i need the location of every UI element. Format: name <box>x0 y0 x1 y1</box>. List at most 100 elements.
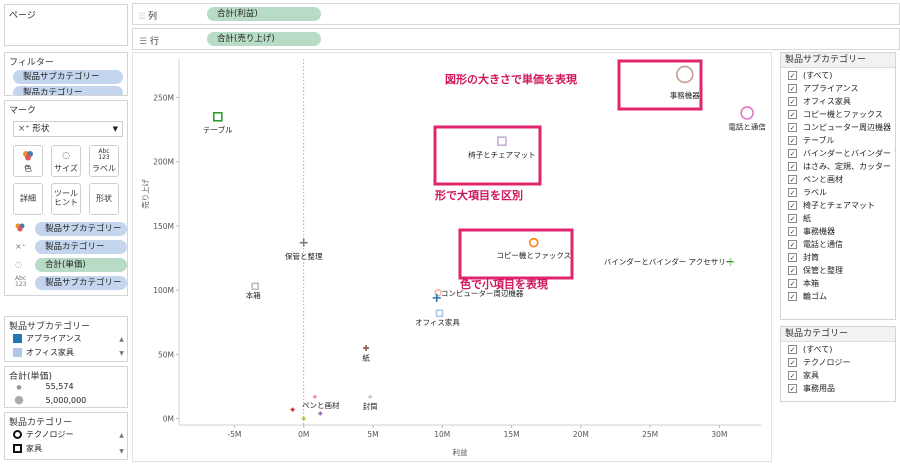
subcategory-filter-item[interactable]: ✓ 保管と整理 <box>781 264 895 277</box>
checkbox-checked-icon[interactable]: ✓ <box>788 358 797 367</box>
size-legend: 合計(単価) ● 55,574 ● 5,000,000 <box>4 366 128 408</box>
subcategory-filter-item[interactable]: ✓ オフィス家具 <box>781 95 895 108</box>
mark-type-dropdown[interactable]: ×⁺ 形状 ▼ <box>13 121 123 137</box>
data-label: コピー機とファックス <box>496 250 571 260</box>
legend-item[interactable]: オフィス家具 <box>13 347 74 359</box>
checkbox-checked-icon[interactable]: ✓ <box>788 110 797 119</box>
checkbox-checked-icon[interactable]: ✓ <box>788 253 797 262</box>
checkbox-checked-icon[interactable]: ✓ <box>788 162 797 171</box>
filter-pill-category[interactable]: 製品カテゴリー <box>13 86 123 95</box>
scroll-up-icon[interactable]: ▲ <box>117 335 126 344</box>
data-point-circle[interactable] <box>740 106 754 120</box>
legend-item[interactable]: アプライアンス <box>13 333 82 345</box>
checkbox-checked-icon[interactable]: ✓ <box>788 279 797 288</box>
checkbox-checked-icon[interactable]: ✓ <box>788 292 797 301</box>
category-filter-item[interactable]: ✓ 事務用品 <box>781 382 895 395</box>
pages-card: ページ <box>4 4 128 46</box>
checkbox-checked-icon[interactable]: ✓ <box>788 240 797 249</box>
subcategory-filter-item-label: テーブル <box>803 136 835 145</box>
subcategory-filter-item[interactable]: ✓ 紙 <box>781 212 895 225</box>
data-point-plus[interactable] <box>318 411 323 416</box>
filter-pill-subcategory[interactable]: 製品サブカテゴリー <box>13 70 123 84</box>
subcategory-filter-item[interactable]: ✓ テーブル <box>781 134 895 147</box>
data-point-plus[interactable] <box>299 238 308 247</box>
category-filter-item[interactable]: ✓ (すべて) <box>781 343 895 356</box>
columns-shelf[interactable]: ⦙⦙⦙ 列 合計(利益) <box>132 3 900 25</box>
size-icon: ◌ <box>62 151 70 161</box>
scroll-up-icon[interactable]: ▲ <box>117 431 126 440</box>
subcategory-filter-item[interactable]: ✓ ラベル <box>781 186 895 199</box>
shape-button[interactable]: 形状 <box>89 183 119 215</box>
subcategory-filter-item[interactable]: ✓ はさみ、定規、カッター <box>781 160 895 173</box>
checkbox-checked-icon[interactable]: ✓ <box>788 201 797 210</box>
scroll-down-icon[interactable]: ▼ <box>117 349 126 358</box>
mark-pill-unit-price[interactable]: 合計(単価) <box>35 258 127 272</box>
subcategory-filter-item-label: 椅子とチェアマット <box>803 201 875 210</box>
chevron-down-icon: ▼ <box>112 125 118 133</box>
checkbox-checked-icon[interactable]: ✓ <box>788 384 797 393</box>
checkbox-checked-icon[interactable]: ✓ <box>788 149 797 158</box>
subcategory-filter-item[interactable]: ✓ アプライアンス <box>781 82 895 95</box>
filters-title: フィルター <box>9 58 54 68</box>
scatter-chart[interactable]: 0M 50M 100M 150M 200M 250M -5M 0M 5M 10M 15M 20M 25M… <box>133 53 771 461</box>
data-point-plus[interactable] <box>290 407 295 412</box>
shape-legend-item[interactable]: テクノロジー <box>13 429 74 441</box>
category-filter-item[interactable]: ✓ テクノロジー <box>781 356 895 369</box>
columns-pill-profit[interactable]: 合計(利益) <box>207 7 321 21</box>
shape-mark-icon: ×⁺ <box>18 124 30 134</box>
size-button[interactable]: ◌ サイズ <box>51 145 81 177</box>
checkbox-checked-icon[interactable]: ✓ <box>788 214 797 223</box>
checkbox-checked-icon[interactable]: ✓ <box>788 266 797 275</box>
subcategory-filter-item[interactable]: ✓ 電話と通信 <box>781 238 895 251</box>
color-icon <box>14 149 42 163</box>
detail-button[interactable]: 詳細 <box>13 183 43 215</box>
legend-item-label: アプライアンス <box>26 334 82 343</box>
checkbox-checked-icon[interactable]: ✓ <box>788 84 797 93</box>
subcategory-filter-item[interactable]: ✓ 事務機器 <box>781 225 895 238</box>
category-filter: 製品カテゴリー ✓ (すべて) ✓ テクノロジー ✓ 家具 ✓ 事務用品 <box>780 326 896 402</box>
data-point-circle[interactable] <box>528 237 539 248</box>
shape-legend-item[interactable]: 家具 <box>13 443 42 455</box>
data-point-square[interactable] <box>213 111 223 122</box>
subcategory-filter-item[interactable]: ✓ 椅子とチェアマット <box>781 199 895 212</box>
data-point-circle[interactable] <box>675 65 694 84</box>
subcategory-filter-item-label: 輪ゴム <box>803 292 827 301</box>
y-tick-label: 250M <box>153 94 174 103</box>
rows-pill-sales[interactable]: 合計(売り上げ) <box>207 32 321 46</box>
checkbox-checked-icon[interactable]: ✓ <box>788 227 797 236</box>
checkbox-checked-icon[interactable]: ✓ <box>788 175 797 184</box>
data-point-plus[interactable] <box>363 344 370 351</box>
checkbox-checked-icon[interactable]: ✓ <box>788 71 797 80</box>
pages-title: ページ <box>9 11 36 21</box>
mark-pill-category[interactable]: 製品カテゴリー <box>35 240 127 254</box>
category-filter-item[interactable]: ✓ 家具 <box>781 369 895 382</box>
checkbox-checked-icon[interactable]: ✓ <box>788 188 797 197</box>
checkbox-checked-icon[interactable]: ✓ <box>788 371 797 380</box>
subcategory-filter-item[interactable]: ✓ バインダーとバインダー ア... <box>781 147 895 160</box>
subcategory-filter-item[interactable]: ✓ (すべて) <box>781 69 895 82</box>
subcategory-filter-item[interactable]: ✓ 封筒 <box>781 251 895 264</box>
checkbox-checked-icon[interactable]: ✓ <box>788 345 797 354</box>
subcategory-filter-item[interactable]: ✓ コンピューター周辺機器 <box>781 121 895 134</box>
data-point-plus[interactable] <box>301 416 306 421</box>
data-point-square[interactable] <box>435 309 444 318</box>
subcategory-filter-item[interactable]: ✓ 本箱 <box>781 277 895 290</box>
data-point-plus[interactable] <box>312 394 317 399</box>
subcategory-filter-item[interactable]: ✓ ペンと画材 <box>781 173 895 186</box>
mark-pill-subcategory[interactable]: 製品サブカテゴリー <box>35 222 127 236</box>
color-button[interactable]: 色 <box>13 145 43 177</box>
data-point-square[interactable] <box>251 282 260 291</box>
checkbox-checked-icon[interactable]: ✓ <box>788 123 797 132</box>
tooltip-button[interactable]: ツール ヒント <box>51 183 81 215</box>
mark-pill-label-subcategory[interactable]: 製品サブカテゴリー <box>35 276 127 290</box>
subcategory-filter-item[interactable]: ✓ 輪ゴム <box>781 290 895 303</box>
checkbox-checked-icon[interactable]: ✓ <box>788 136 797 145</box>
rows-shelf[interactable]: ☰ 行 合計(売り上げ) <box>132 28 900 50</box>
label-button[interactable]: Abc 123 ラベル <box>89 145 119 177</box>
legend-item-label: オフィス家具 <box>26 348 74 357</box>
scroll-down-icon[interactable]: ▼ <box>117 447 126 456</box>
data-point-plus[interactable] <box>368 394 373 399</box>
subcategory-filter-item[interactable]: ✓ コピー機とファックス <box>781 108 895 121</box>
checkbox-checked-icon[interactable]: ✓ <box>788 97 797 106</box>
data-point-square[interactable] <box>497 136 507 146</box>
